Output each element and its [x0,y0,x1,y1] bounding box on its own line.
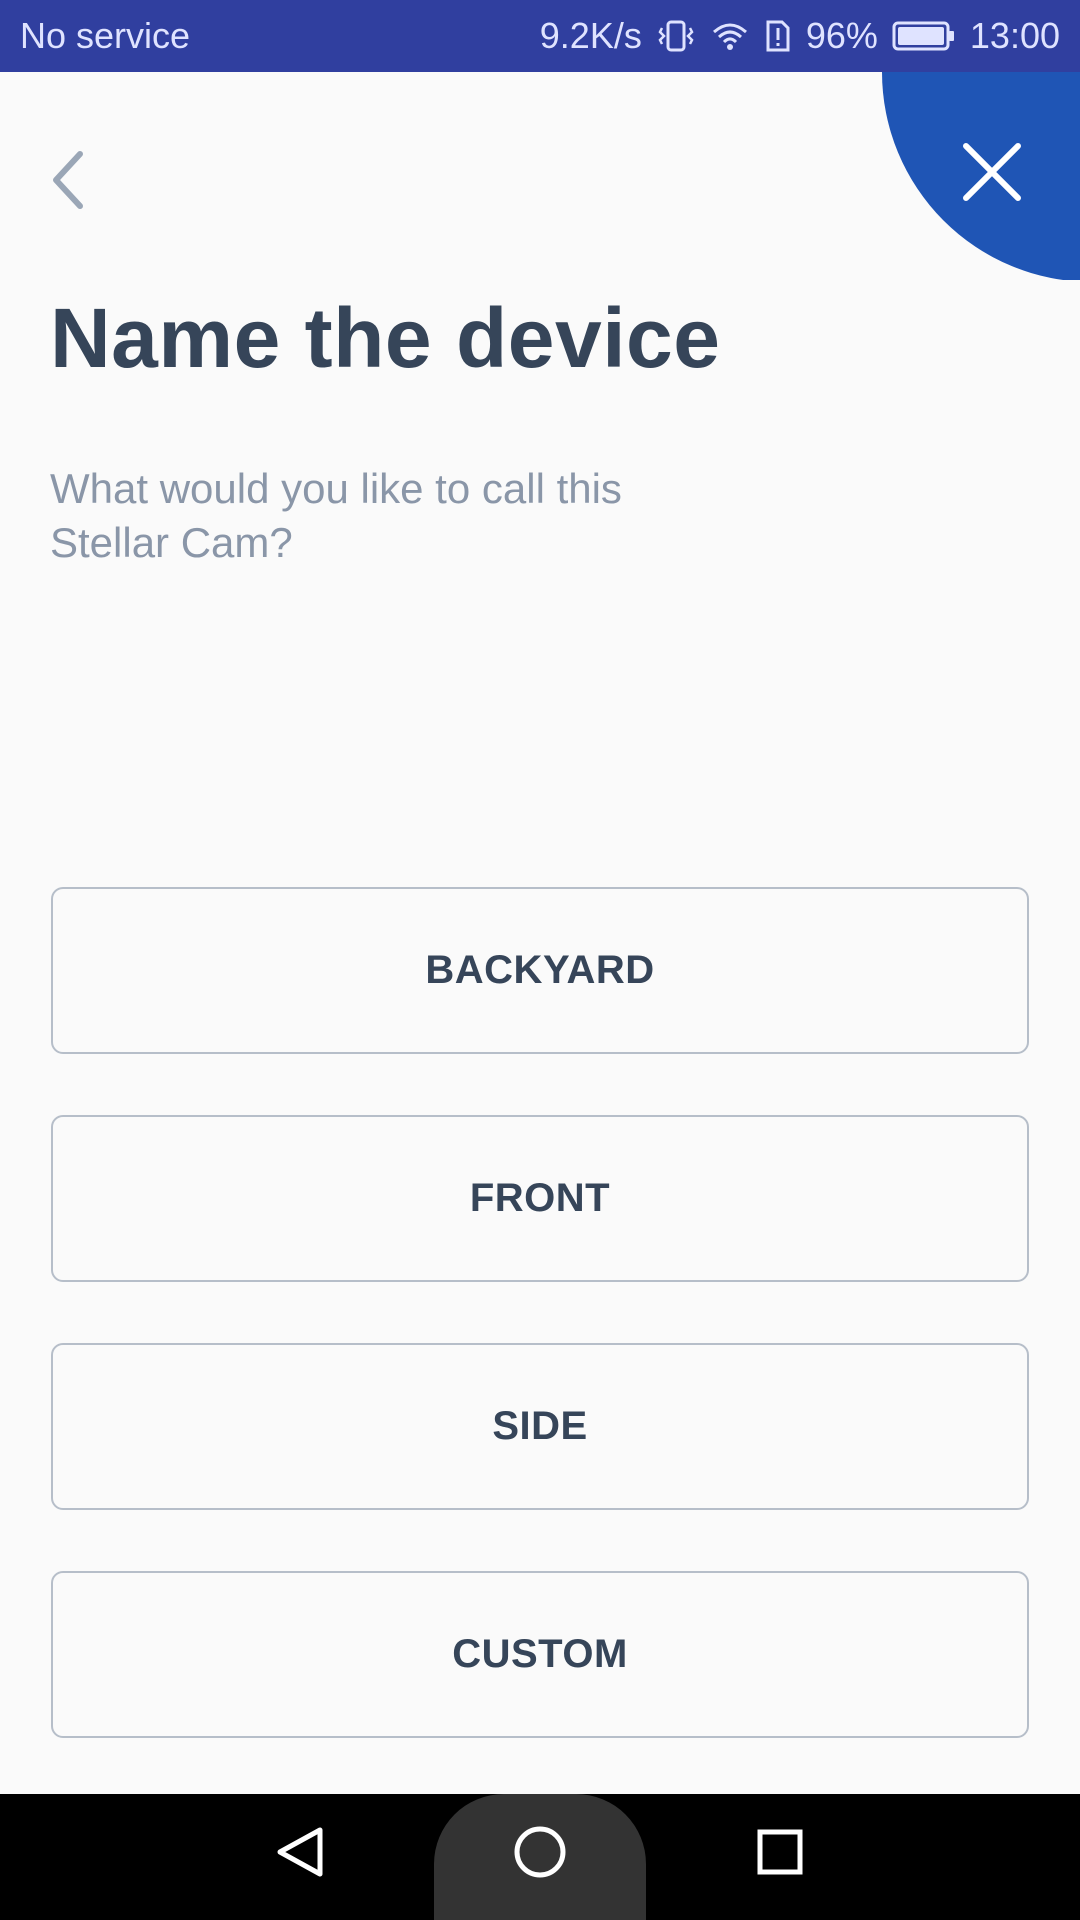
sim-alert-icon [764,16,792,56]
battery-icon [892,19,956,53]
triangle-back-icon [277,1827,323,1877]
circle-home-icon [514,1826,566,1878]
name-options-list: BACKYARD FRONT SIDE CUSTOM [51,887,1029,1799]
clock-text: 13:00 [969,15,1060,56]
vibrate-icon [656,16,696,56]
square-recents-icon [757,1829,803,1875]
back-button[interactable] [40,140,100,220]
option-front-button[interactable]: FRONT [51,1115,1029,1282]
option-custom-button[interactable]: CUSTOM [51,1571,1029,1738]
battery-percent-text: 96% [805,15,878,56]
option-backyard-button[interactable]: BACKYARD [51,887,1029,1054]
close-icon [963,143,1021,201]
net-speed-text: 9.2K/s [539,15,642,56]
chevron-left-icon [53,151,83,209]
option-side-button[interactable]: SIDE [51,1343,1029,1510]
system-nav-bar [0,1794,1080,1920]
status-bar: No service 9.2K/s 96% 13:00 [0,0,1080,72]
page-title: Name the device [50,291,721,385]
carrier-text: No service [20,15,191,56]
wifi-icon [710,16,750,56]
status-indicators: 9.2K/s 96% 13:00 [540,15,1060,57]
nav-home-button[interactable] [510,1822,570,1887]
page-subtitle: What would you like to call this Stellar… [50,465,622,566]
close-button[interactable] [882,72,1080,280]
nav-back-button[interactable] [270,1822,330,1887]
nav-recents-button[interactable] [750,1822,810,1887]
